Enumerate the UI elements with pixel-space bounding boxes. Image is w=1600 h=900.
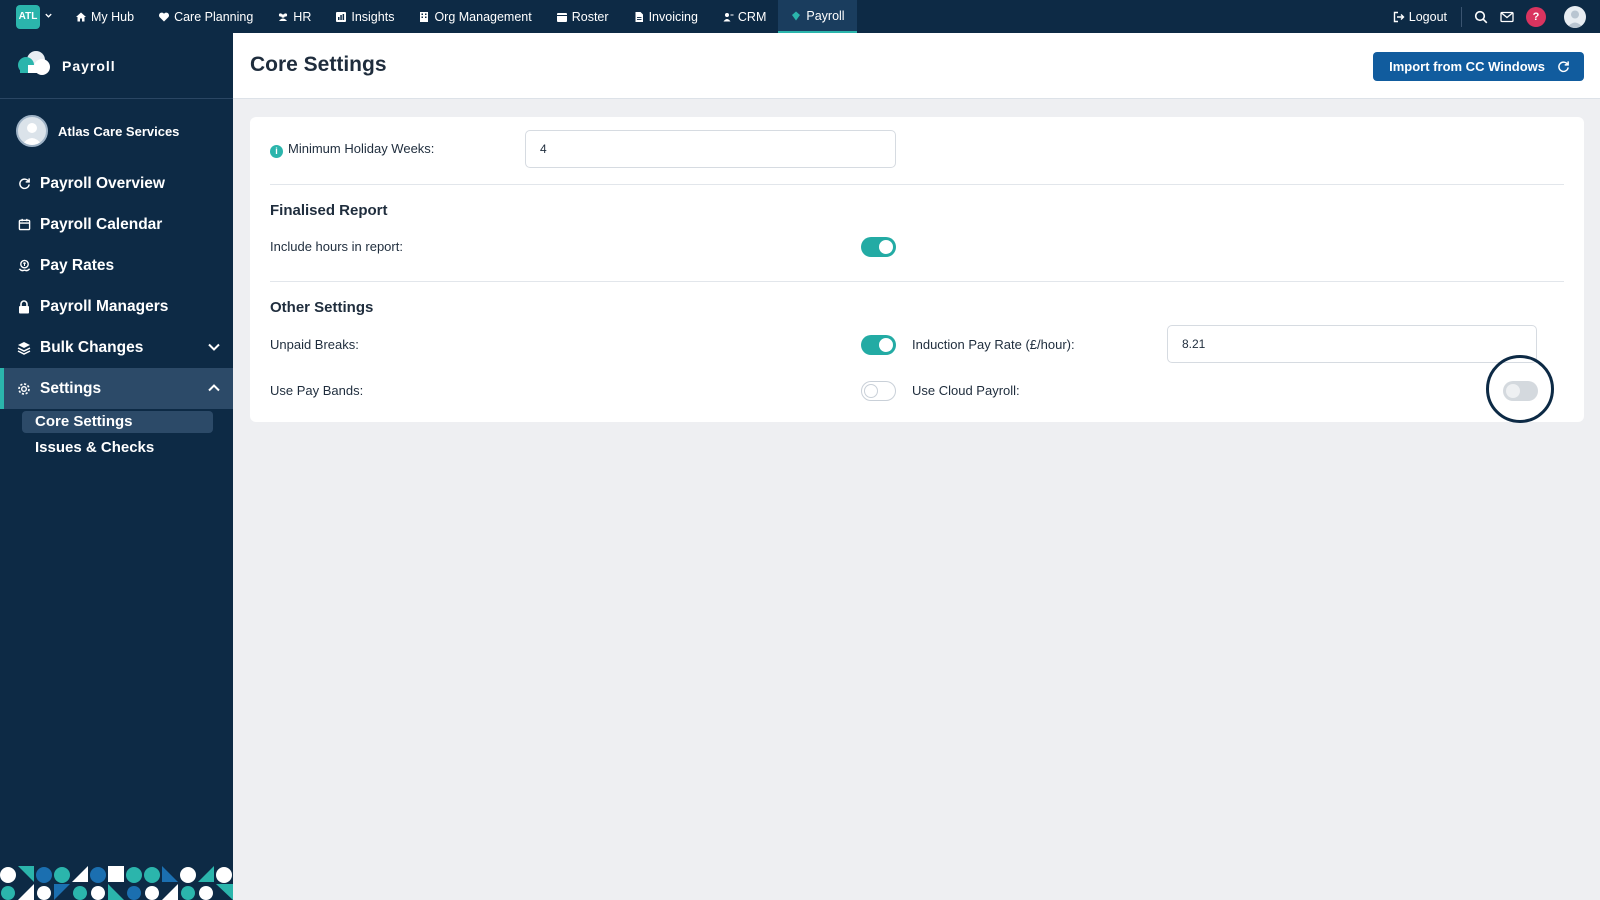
info-icon[interactable]: i xyxy=(270,144,283,158)
unpaid-breaks-toggle[interactable] xyxy=(861,335,896,355)
sidebar-brand: Payroll xyxy=(0,33,233,99)
org-name: Atlas Care Services xyxy=(58,123,180,139)
min-holiday-weeks-input[interactable] xyxy=(525,130,896,168)
toggle-knob xyxy=(879,338,893,352)
sidebar-item-label: Settings xyxy=(40,379,102,397)
sidebar-item-payroll-managers[interactable]: Payroll Managers xyxy=(0,286,233,327)
layers-icon xyxy=(16,341,32,355)
sidebar-item-label: Pay Rates xyxy=(40,256,115,274)
use-cloud-payroll-label: Use Cloud Payroll: xyxy=(912,383,1020,398)
sidebar-item-label: Payroll Overview xyxy=(40,174,165,192)
finalised-report-heading: Finalised Report xyxy=(270,202,388,219)
calendar-icon xyxy=(556,11,568,23)
chevron-up-icon xyxy=(207,381,221,400)
org-profile[interactable]: Atlas Care Services xyxy=(0,99,233,155)
org-avatar xyxy=(16,115,48,147)
min-holiday-weeks-text: Minimum Holiday Weeks: xyxy=(288,141,435,156)
nav-roster[interactable]: Roster xyxy=(544,0,621,33)
money-icon xyxy=(16,259,32,273)
nav-invoicing[interactable]: Invoicing xyxy=(621,0,710,33)
nav-insights[interactable]: Insights xyxy=(323,0,406,33)
nav-label: Invoicing xyxy=(648,9,698,24)
nav-hr[interactable]: HR xyxy=(265,0,323,33)
logout-button[interactable]: Logout xyxy=(1393,6,1462,27)
settings-submenu: Core Settings Issues & Checks xyxy=(0,409,233,459)
people-icon xyxy=(277,11,289,23)
nav-payroll[interactable]: Payroll xyxy=(778,0,857,33)
import-cc-windows-button[interactable]: Import from CC Windows xyxy=(1373,52,1584,81)
org-switcher[interactable]: ATL xyxy=(16,4,53,29)
nav-my-hub[interactable]: My Hub xyxy=(63,0,146,33)
sidebar-item-payroll-overview[interactable]: Payroll Overview xyxy=(0,163,233,204)
import-button-label: Import from CC Windows xyxy=(1389,59,1545,74)
use-pay-bands-toggle[interactable] xyxy=(861,381,896,401)
user-avatar[interactable] xyxy=(1564,5,1586,28)
calendar-icon xyxy=(16,218,32,231)
nav-label: Roster xyxy=(571,9,609,24)
sidebar-item-pay-rates[interactable]: Pay Rates xyxy=(0,245,233,286)
sidebar-item-label: Payroll Calendar xyxy=(40,215,163,233)
help-button[interactable]: ? xyxy=(1526,6,1546,27)
main-nav: My Hub Care Planning HR Insights Org Man… xyxy=(63,0,857,33)
sidebar-item-label: Payroll Managers xyxy=(40,297,169,315)
nav-org-management[interactable]: Org Management xyxy=(406,0,543,33)
chart-icon xyxy=(335,11,347,23)
nav-label: My Hub xyxy=(91,9,135,24)
min-holiday-weeks-label: i Minimum Holiday Weeks: xyxy=(270,141,434,158)
logout-label: Logout xyxy=(1408,9,1447,24)
nav-crm[interactable]: CRM xyxy=(710,0,778,33)
logout-icon xyxy=(1393,11,1405,23)
sidebar-item-label: Bulk Changes xyxy=(40,338,144,356)
sidebar-item-settings[interactable]: Settings xyxy=(0,368,233,409)
page-header: Core Settings Import from CC Windows xyxy=(233,33,1600,99)
building-icon xyxy=(418,11,430,23)
sidebar-subitem-issues-checks[interactable]: Issues & Checks xyxy=(22,437,213,459)
nav-label: CRM xyxy=(737,9,767,24)
org-logo: ATL xyxy=(16,4,40,29)
cursor-highlight-ring xyxy=(1486,355,1554,423)
unpaid-breaks-label: Unpaid Breaks: xyxy=(270,337,359,352)
decorative-pattern xyxy=(0,866,233,900)
induction-pay-rate-label: Induction Pay Rate (£/hour): xyxy=(912,337,1075,352)
cloud-logo-icon xyxy=(16,49,52,82)
toggle-knob xyxy=(879,240,893,254)
section-divider xyxy=(270,184,1564,185)
sidebar-brand-title: Payroll xyxy=(62,57,116,74)
include-hours-toggle[interactable] xyxy=(861,237,896,257)
sidebar-menu: Payroll Overview Payroll Calendar Pay Ra… xyxy=(0,163,233,459)
sidebar-subitem-core-settings[interactable]: Core Settings xyxy=(22,411,213,433)
sidebar-item-payroll-calendar[interactable]: Payroll Calendar xyxy=(0,204,233,245)
lock-icon xyxy=(16,299,32,314)
settings-card: i Minimum Holiday Weeks: Finalised Report… xyxy=(250,117,1584,422)
nav-label: Org Management xyxy=(434,9,532,24)
nav-label: Care Planning xyxy=(174,9,254,24)
mail-icon[interactable] xyxy=(1500,11,1514,23)
diamond-icon xyxy=(790,10,802,22)
sidebar: Payroll Atlas Care Services Payroll Over… xyxy=(0,33,233,900)
document-icon xyxy=(633,11,645,23)
heart-icon xyxy=(158,11,170,23)
top-right-actions: Logout ? xyxy=(1393,0,1600,33)
nav-label: HR xyxy=(293,9,312,24)
other-settings-heading: Other Settings xyxy=(270,299,374,316)
use-pay-bands-label: Use Pay Bands: xyxy=(270,383,364,398)
refresh-icon xyxy=(1557,60,1570,73)
induction-pay-rate-input[interactable] xyxy=(1167,325,1537,363)
sidebar-item-bulk-changes[interactable]: Bulk Changes xyxy=(0,327,233,368)
section-divider xyxy=(270,281,1564,282)
nav-care-planning[interactable]: Care Planning xyxy=(146,0,265,33)
top-navigation-bar: ATL My Hub Care Planning HR Insights Org… xyxy=(0,0,1600,33)
search-icon[interactable] xyxy=(1474,10,1488,24)
chevron-down-icon xyxy=(44,11,53,23)
toggle-knob xyxy=(864,384,878,398)
gear-icon xyxy=(16,382,32,396)
include-hours-label: Include hours in report: xyxy=(270,239,403,254)
refresh-icon xyxy=(16,177,32,190)
chevron-down-icon xyxy=(207,340,221,359)
home-icon xyxy=(75,11,87,23)
nav-label: Payroll xyxy=(806,8,845,23)
user-icon xyxy=(722,11,734,23)
page-title: Core Settings xyxy=(250,53,387,76)
nav-label: Insights xyxy=(351,9,395,24)
